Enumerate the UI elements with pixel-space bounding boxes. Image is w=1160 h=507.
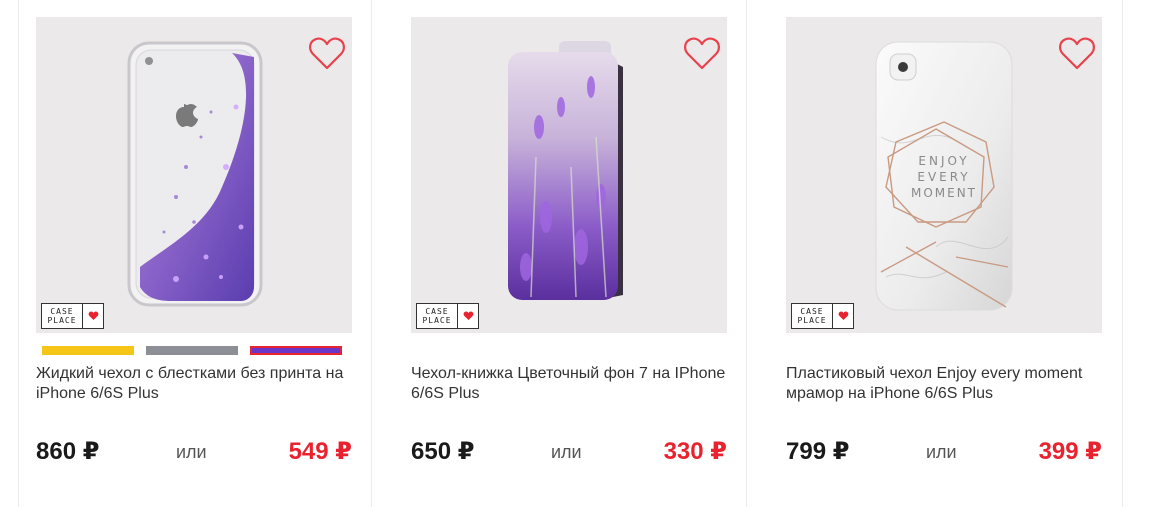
regular-price: 799 ₽ bbox=[786, 438, 850, 465]
product-title[interactable]: Чехол-книжка Цветочный фон 7 на IPhone 6… bbox=[411, 364, 727, 403]
product-card[interactable]: CASE PLACE Чехол-книжка Цветочный фон 7 н… bbox=[411, 0, 727, 507]
product-card[interactable]: CASE PLACE Жидкий чехол с блестками без п… bbox=[36, 0, 352, 507]
regular-price: 860 ₽ bbox=[36, 438, 100, 465]
color-options bbox=[42, 346, 342, 355]
product-card[interactable]: ENJOY EVERY MOMENT CASE PLACE Пластиковый… bbox=[786, 0, 1102, 507]
heart-outline-icon[interactable] bbox=[683, 37, 721, 71]
discount-price: 330 ₽ bbox=[663, 438, 727, 465]
discount-price: 399 ₽ bbox=[1038, 438, 1102, 465]
product-image[interactable]: CASE PLACE bbox=[411, 17, 727, 333]
product-image[interactable]: CASE PLACE bbox=[36, 17, 352, 333]
column-divider bbox=[18, 0, 19, 507]
price-row: 650 ₽ или 330 ₽ bbox=[411, 437, 727, 465]
svg-text:EVERY: EVERY bbox=[917, 170, 970, 184]
or-label: или bbox=[926, 442, 957, 462]
heart-outline-icon[interactable] bbox=[1058, 37, 1096, 71]
product-title[interactable]: Жидкий чехол с блестками без принта на i… bbox=[36, 364, 352, 403]
svg-text:ENJOY: ENJOY bbox=[918, 154, 969, 168]
heart-icon bbox=[838, 311, 848, 321]
price-row: 799 ₽ или 399 ₽ bbox=[786, 437, 1102, 465]
or-label: или bbox=[551, 442, 582, 462]
caseplace-logo: CASE PLACE bbox=[791, 303, 854, 329]
caseplace-logo: CASE PLACE bbox=[41, 303, 104, 329]
marble-case-image: ENJOY EVERY MOMENT bbox=[875, 41, 1013, 311]
price-row: 860 ₽ или 549 ₽ bbox=[36, 437, 352, 465]
product-title[interactable]: Пластиковый чехол Enjoy every moment мра… bbox=[786, 364, 1102, 403]
color-swatch-gray[interactable] bbox=[146, 346, 238, 355]
svg-text:MOMENT: MOMENT bbox=[911, 186, 977, 200]
product-image[interactable]: ENJOY EVERY MOMENT CASE PLACE bbox=[786, 17, 1102, 333]
discount-price: 549 ₽ bbox=[288, 438, 352, 465]
caseplace-logo: CASE PLACE bbox=[416, 303, 479, 329]
regular-price: 650 ₽ bbox=[411, 438, 475, 465]
flip-case-lavender-image bbox=[508, 41, 623, 300]
color-swatch-yellow[interactable] bbox=[42, 346, 134, 355]
column-divider bbox=[371, 0, 372, 507]
heart-icon bbox=[88, 311, 98, 321]
heart-outline-icon[interactable] bbox=[308, 37, 346, 71]
or-label: или bbox=[176, 442, 207, 462]
column-divider bbox=[1122, 0, 1123, 507]
heart-icon bbox=[463, 311, 473, 321]
column-divider bbox=[746, 0, 747, 507]
glitter-case-image bbox=[127, 41, 263, 307]
color-swatch-purple[interactable] bbox=[250, 346, 342, 355]
